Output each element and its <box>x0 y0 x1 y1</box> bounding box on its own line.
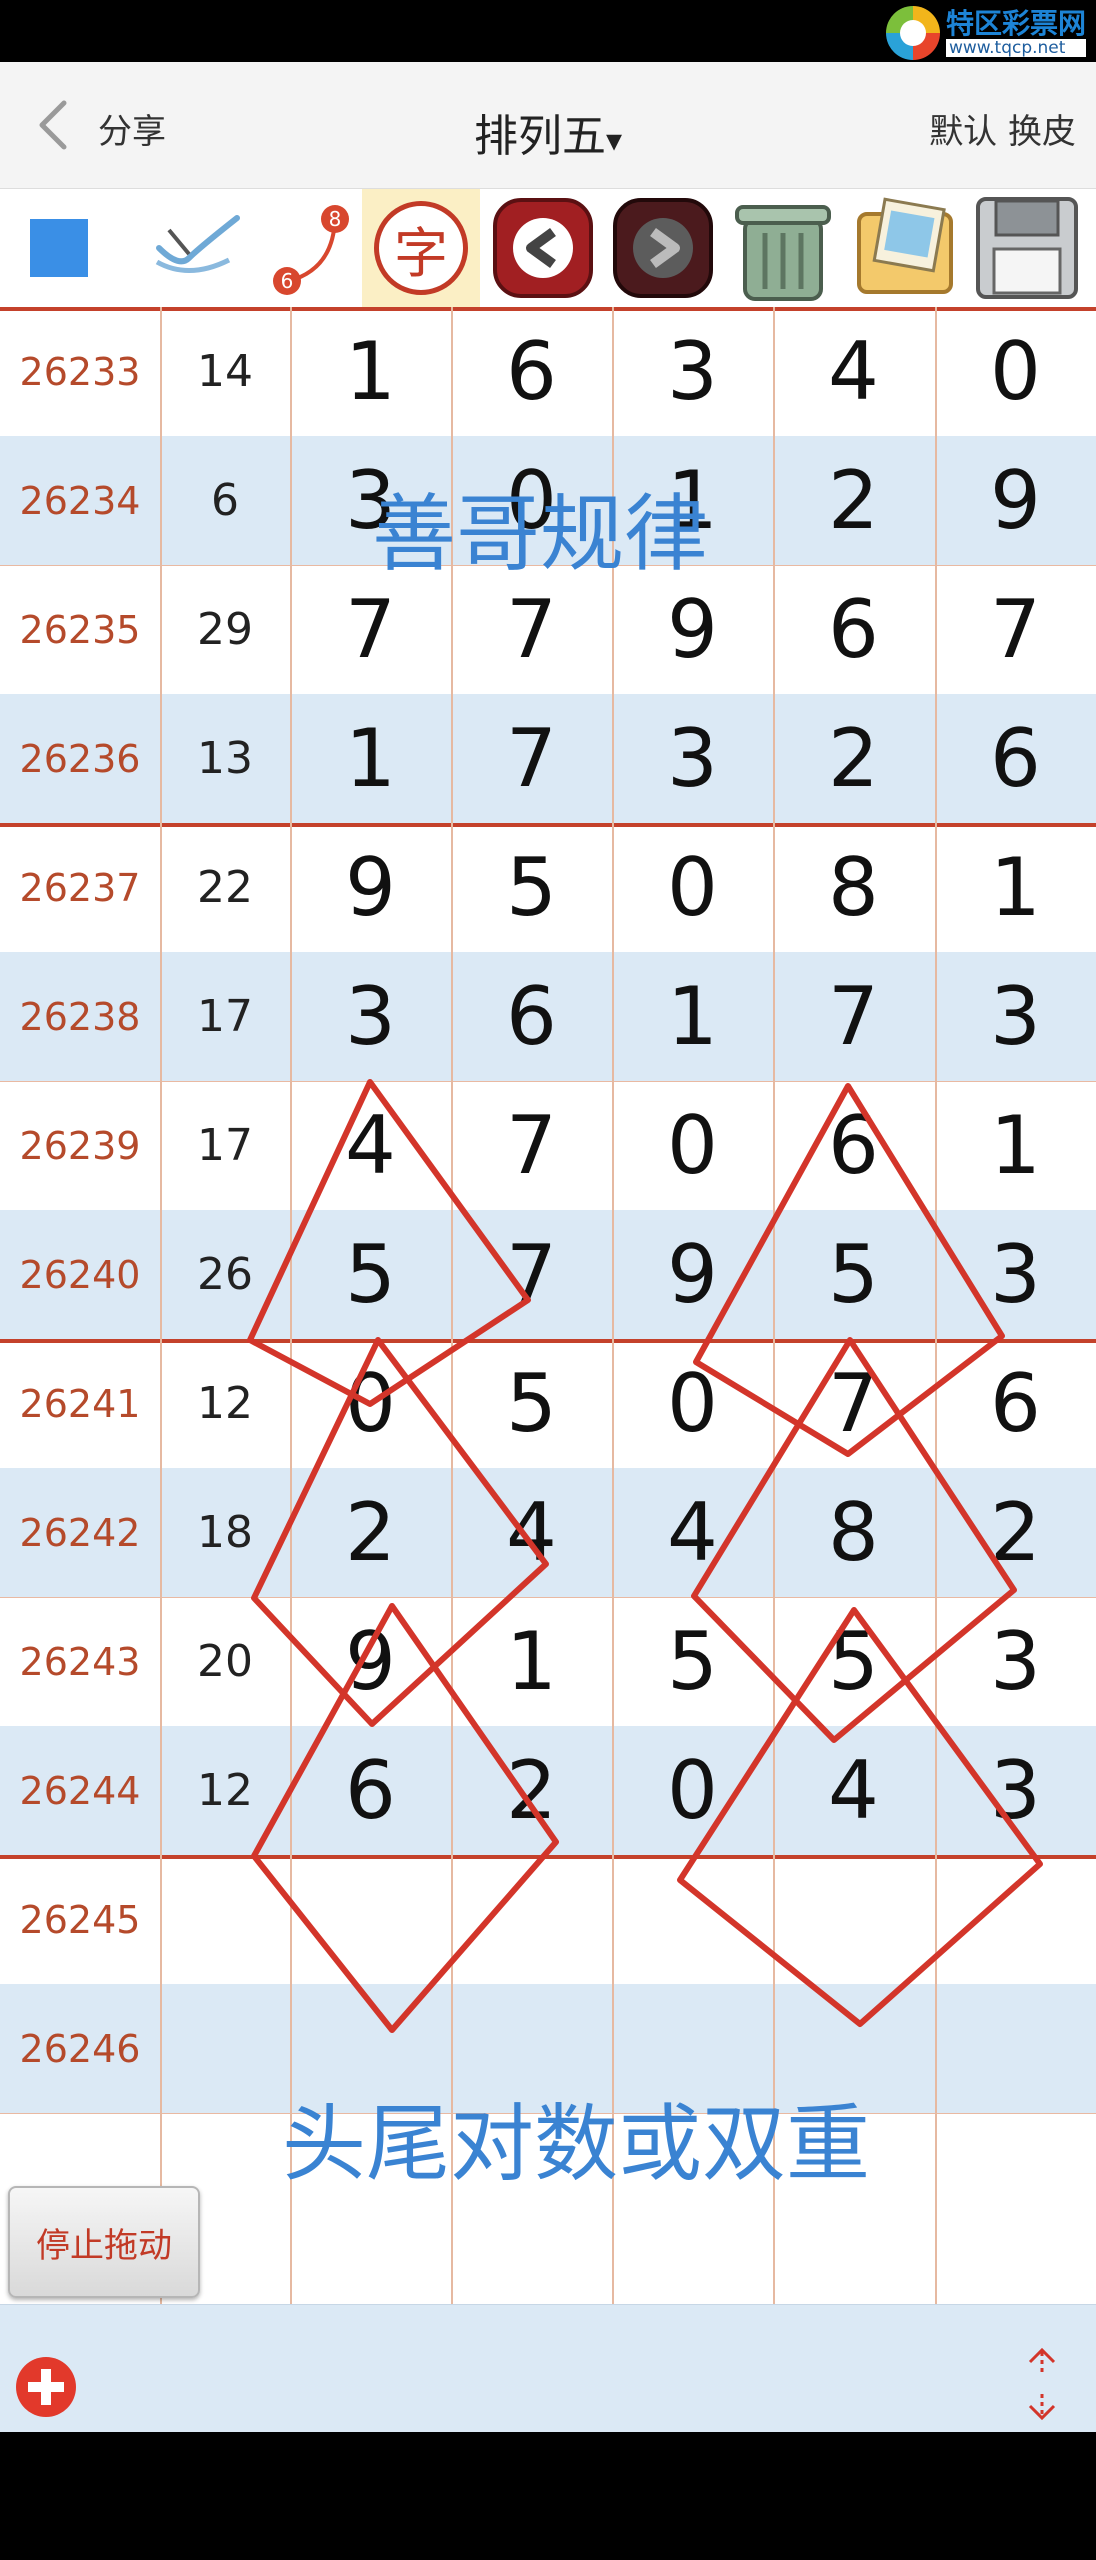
app-header: 分享 排列五▾ 默认 换皮 <box>0 62 1096 189</box>
site-name: 特区彩票网 <box>945 7 1086 40</box>
link-tool[interactable]: 8 6 <box>250 189 368 307</box>
forward-arrow-icon <box>613 198 713 298</box>
char-icon: 字 <box>374 201 468 295</box>
page-title: 排列五 <box>473 111 606 162</box>
link-6-8-icon: 8 6 <box>273 205 349 295</box>
redo-button[interactable] <box>604 189 722 307</box>
site-url: www.tqcp.net <box>945 39 1086 57</box>
undo-button[interactable] <box>484 189 602 307</box>
diamond-left-3 <box>251 1603 559 2033</box>
scroll-toggle-icon[interactable] <box>1014 2344 1070 2424</box>
bottom-bar <box>0 2304 1096 2433</box>
trash-icon <box>735 205 831 301</box>
diamond-left-2 <box>251 1337 549 1727</box>
site-watermark: 特区彩票网 www.tqcp.net <box>885 6 1086 60</box>
system-nav-bar <box>0 2432 1096 2560</box>
draw-table[interactable]: 2623213802332623314163402623463012926235… <box>0 307 1096 2304</box>
plus-circle-icon[interactable] <box>14 2355 78 2419</box>
square-color-icon <box>30 219 88 277</box>
back-arrow-icon <box>493 198 593 298</box>
char-label: 字 <box>394 221 448 285</box>
pen-tool[interactable] <box>138 189 256 307</box>
site-logo-icon <box>885 6 940 60</box>
diamond-right-1 <box>693 1083 1005 1457</box>
clear-button[interactable] <box>724 189 842 307</box>
pen-check-icon <box>155 215 240 273</box>
diamond-right-3 <box>677 1607 1043 2027</box>
caret-down-icon: ▾ <box>605 121 623 159</box>
color-square-tool[interactable] <box>0 189 118 307</box>
text-tool[interactable]: 字 <box>362 189 480 307</box>
save-button[interactable] <box>968 189 1086 307</box>
note-bottom: 头尾对数或双重 <box>282 2095 871 2193</box>
hand-drawn-diamonds <box>247 1079 1043 2033</box>
note-top: 善哥规律 <box>372 485 709 583</box>
stop-drag-button[interactable]: 停止拖动 <box>8 2186 200 2298</box>
skin-button[interactable]: 默认 换皮 <box>929 104 1076 153</box>
link-label-8: 8 <box>329 207 342 231</box>
gallery-icon <box>857 197 953 294</box>
link-label-6: 6 <box>281 269 294 293</box>
drawing-toolbar: 8 6 字 <box>0 189 1096 307</box>
gallery-button[interactable] <box>846 189 964 307</box>
diamond-right-2 <box>691 1337 1017 1743</box>
save-icon <box>976 197 1078 299</box>
